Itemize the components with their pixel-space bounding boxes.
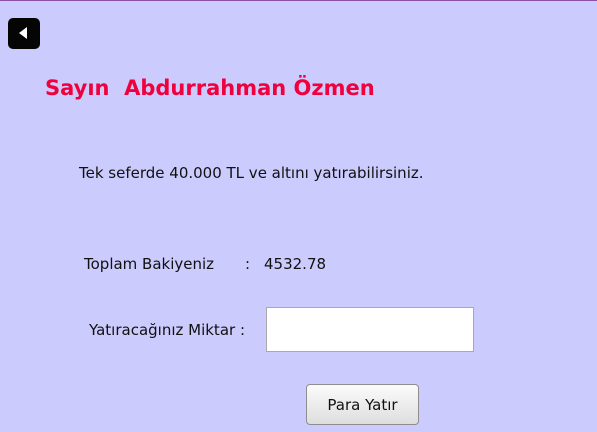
amount-input[interactable]: [266, 307, 474, 352]
back-button[interactable]: [8, 18, 40, 49]
deposit-limit-text: Tek seferde 40.000 TL ve altını yatırabi…: [79, 164, 424, 182]
balance-label: Toplam Bakiyeniz: [84, 255, 215, 273]
back-triangle-icon: [19, 27, 27, 39]
greeting-title: Sayın Abdurrahman Özmen: [45, 76, 375, 100]
deposit-button[interactable]: Para Yatır: [306, 384, 419, 425]
amount-label: Yatıracağınız Miktar :: [89, 321, 245, 339]
balance-separator: :: [245, 255, 251, 273]
balance-value: 4532.78: [264, 255, 327, 273]
